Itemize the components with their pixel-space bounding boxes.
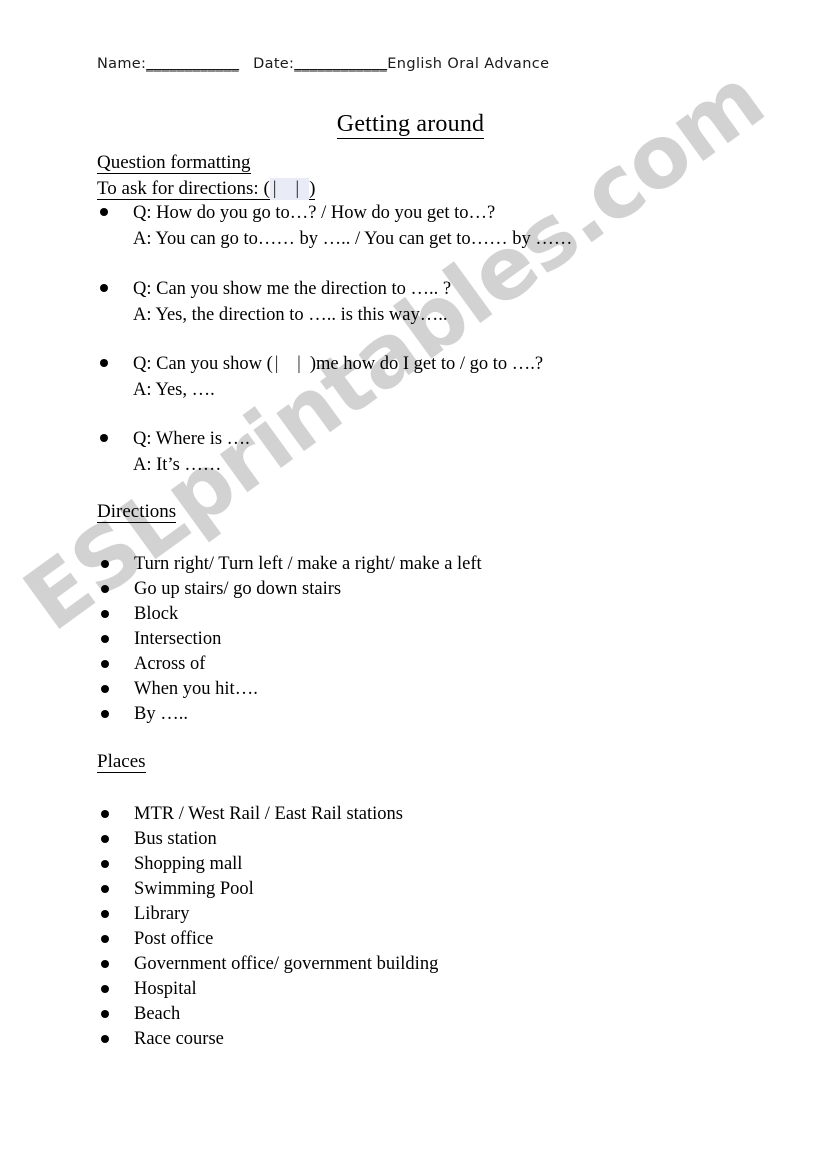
list-item-label: Shopping mall [134, 854, 243, 874]
bullet-icon [101, 635, 109, 643]
qa-answer: A: Yes, …. [133, 379, 215, 400]
bullet-icon [100, 434, 108, 442]
list-item: When you hit…. [97, 677, 777, 702]
list-item: Race course [97, 1027, 777, 1052]
subheading-to-ask-for-directions: To ask for directions: (| |) [97, 178, 316, 200]
qa-answer: A: Yes, the direction to ….. is this way… [133, 304, 448, 325]
qa-lines: Q: Can you show (| |)me how do I get to … [133, 352, 777, 403]
qa-answer: A: You can go to…… by ….. / You can get … [133, 228, 573, 249]
list-item-label: Library [134, 904, 190, 924]
bullet-icon [101, 860, 109, 868]
qa-block: Q: Where is …. A: It’s …… [97, 427, 777, 478]
bullet-icon [101, 1010, 109, 1018]
qa-lines: Q: Where is …. A: It’s …… [133, 427, 777, 478]
section-heading-question-formatting: Question formatting [97, 152, 251, 174]
list-item: Beach [97, 1002, 777, 1027]
list-item: Bus station [97, 827, 777, 852]
worksheet-header: Name:____________ Date:____________Englis… [97, 56, 550, 72]
missing-glyph-placeholder: | | [274, 354, 308, 374]
subheading-prefix: To ask for directions: ( [97, 178, 270, 199]
list-item-label: Bus station [134, 829, 217, 849]
places-list: MTR / West Rail / East Rail stations Bus… [97, 802, 777, 1052]
list-item-label: Hospital [134, 979, 197, 999]
bullet-icon [101, 660, 109, 668]
list-item-label: Intersection [134, 629, 222, 649]
list-item-label: Post office [134, 929, 214, 949]
bullet-icon [101, 910, 109, 918]
list-item: Swimming Pool [97, 877, 777, 902]
course-title: English Oral Advance [387, 56, 550, 72]
bullet-icon [101, 1035, 109, 1043]
list-item: Block [97, 602, 777, 627]
name-label: Name: [97, 56, 147, 72]
section-heading-question-formatting-text: Question formatting [97, 152, 251, 174]
section-heading-directions: Directions [97, 501, 177, 523]
qa-question: Q: How do you go to…? / How do you get t… [133, 203, 496, 223]
date-label: Date: [253, 56, 295, 72]
list-item: Hospital [97, 977, 777, 1002]
list-item-label: Race course [134, 1029, 224, 1049]
qa-block: Q: How do you go to…? / How do you get t… [97, 201, 777, 252]
bullet-icon [101, 960, 109, 968]
list-item-label: MTR / West Rail / East Rail stations [134, 804, 403, 824]
list-item: Shopping mall [97, 852, 777, 877]
bullet-icon [100, 284, 108, 292]
list-item: Intersection [97, 627, 777, 652]
bullet-icon [101, 810, 109, 818]
bullet-icon [101, 935, 109, 943]
qa-question: Q: Where is …. [133, 429, 250, 449]
qa-question-prefix: Q: Can you show ( [133, 354, 273, 374]
qa-answer: A: It’s …… [133, 454, 222, 475]
qa-lines: Q: How do you go to…? / How do you get t… [133, 201, 777, 252]
name-blank[interactable]: ____________ [146, 56, 239, 72]
page-title: Getting around [0, 111, 821, 139]
bullet-icon [101, 610, 109, 618]
bullet-icon [100, 208, 108, 216]
bullet-icon [101, 985, 109, 993]
list-item-label: Swimming Pool [134, 879, 254, 899]
bullet-icon [101, 685, 109, 693]
list-item: Across of [97, 652, 777, 677]
list-item-label: When you hit…. [134, 679, 258, 699]
directions-list: Turn right/ Turn left / make a right/ ma… [97, 552, 777, 727]
list-item-label: Block [134, 604, 179, 624]
bullet-icon [101, 560, 109, 568]
bullet-icon [101, 585, 109, 593]
qa-lines: Q: Can you show me the direction to ….. … [133, 277, 777, 328]
qa-block: Q: Can you show me the direction to ….. … [97, 277, 777, 328]
qa-question: Q: Can you show me the direction to ….. … [133, 279, 452, 299]
list-item-label: By ….. [134, 704, 188, 724]
missing-glyph-placeholder: | | [272, 178, 307, 199]
qa-question: Q: Can you show (| |)me how do I get to … [133, 352, 777, 378]
bullet-icon [101, 835, 109, 843]
section-heading-directions-text: Directions [97, 501, 177, 523]
list-item-label: Turn right/ Turn left / make a right/ ma… [134, 554, 482, 574]
list-item: Go up stairs/ go down stairs [97, 577, 777, 602]
qa-question-suffix: )me how do I get to / go to ….? [309, 354, 544, 374]
list-item: Post office [97, 927, 777, 952]
bullet-icon [101, 885, 109, 893]
subheading-to-ask-for-directions-text: To ask for directions: (| |) [97, 178, 316, 200]
date-blank[interactable]: ____________ [294, 56, 387, 72]
section-heading-places: Places [97, 751, 146, 773]
qa-block: Q: Can you show (| |)me how do I get to … [97, 352, 777, 403]
page-title-text: Getting around [336, 111, 485, 139]
list-item: Library [97, 902, 777, 927]
list-item-label: Go up stairs/ go down stairs [134, 579, 342, 599]
list-item-label: Beach [134, 1004, 181, 1024]
bullet-icon [101, 710, 109, 718]
list-item-label: Across of [134, 654, 206, 674]
list-item: MTR / West Rail / East Rail stations [97, 802, 777, 827]
bullet-icon [100, 359, 108, 367]
subheading-suffix: ) [309, 178, 316, 199]
worksheet-page: Name:____________ Date:____________Englis… [0, 0, 821, 1169]
list-item: Government office/ government building [97, 952, 777, 977]
section-heading-places-text: Places [97, 751, 146, 773]
list-item: By ….. [97, 702, 777, 727]
list-item-label: Government office/ government building [134, 954, 439, 974]
list-item: Turn right/ Turn left / make a right/ ma… [97, 552, 777, 577]
highlighted-glyph-box: | | [269, 178, 310, 200]
